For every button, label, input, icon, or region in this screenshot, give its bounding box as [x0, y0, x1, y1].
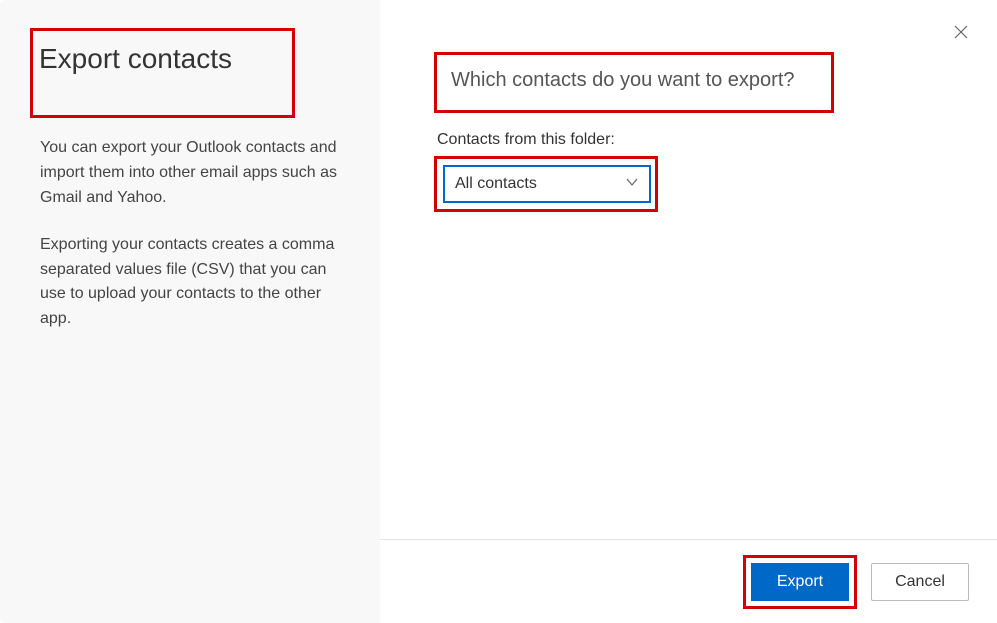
dropdown-highlight: All contacts [434, 156, 658, 212]
cancel-button[interactable]: Cancel [871, 563, 969, 601]
export-contacts-dialog: Export contacts You can export your Outl… [0, 0, 997, 623]
sidebar-description-1: You can export your Outlook contacts and… [40, 136, 340, 210]
sidebar-title: Export contacts [39, 41, 280, 77]
sidebar-description-2: Exporting your contacts creates a comma … [40, 233, 340, 332]
export-button-highlight: Export [743, 555, 857, 609]
export-question: Which contacts do you want to export? [451, 69, 817, 92]
dialog-sidebar: Export contacts You can export your Outl… [0, 0, 380, 623]
dropdown-selected: All contacts [455, 175, 537, 193]
dialog-main: Which contacts do you want to export? Co… [380, 0, 997, 623]
question-highlight: Which contacts do you want to export? [434, 52, 834, 113]
chevron-down-icon [625, 175, 639, 194]
export-button[interactable]: Export [751, 563, 849, 601]
dialog-footer: Export Cancel [380, 539, 997, 623]
sidebar-title-highlight: Export contacts [30, 28, 295, 118]
folder-dropdown[interactable]: All contacts [443, 165, 651, 203]
main-content: Which contacts do you want to export? Co… [380, 0, 997, 539]
folder-label: Contacts from this folder: [437, 131, 943, 149]
